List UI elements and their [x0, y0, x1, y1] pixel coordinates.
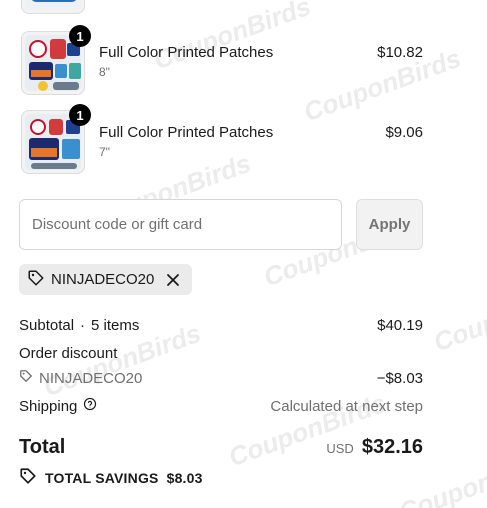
order-discount-row: Order discount: [19, 345, 423, 362]
help-circle-icon[interactable]: [83, 397, 97, 415]
close-icon[interactable]: [164, 271, 182, 289]
shipping-row: Shipping Calculated at next step: [19, 397, 423, 415]
applied-code-label: NINJADECO20: [51, 271, 155, 288]
discount-code-name: NINJADECO20: [39, 369, 143, 387]
product-title: Full Color Printed Patches: [99, 124, 274, 141]
product-thumbnail: 1: [21, 104, 91, 174]
price-tag-icon: [19, 467, 37, 488]
product-variant: 8": [99, 65, 110, 79]
quantity-badge: 1: [69, 25, 91, 47]
savings-label: TOTAL SAVINGS: [45, 469, 159, 486]
subtotal-label: Subtotal: [19, 317, 75, 334]
product-thumbnail: [21, 0, 85, 14]
quantity-badge: 1: [69, 104, 91, 126]
product-variant: 7": [99, 145, 110, 159]
total-label: Total: [19, 436, 66, 458]
subtotal-separator: ·: [80, 317, 86, 334]
discount-code-row: NINJADECO20 −$8.03: [19, 369, 423, 387]
discount-amount: −$8.03: [376, 369, 423, 387]
tag-icon: [19, 369, 33, 387]
savings-value: $8.03: [166, 469, 203, 486]
total-savings: TOTAL SAVINGS $8.03: [19, 467, 203, 488]
tag-icon: [27, 269, 45, 291]
subtotal-value: $40.19: [377, 317, 423, 334]
total-row: Total USD $32.16: [19, 436, 423, 459]
order-discount-label: Order discount: [19, 345, 118, 362]
shipping-label: Shipping: [19, 397, 78, 415]
product-price: $10.82: [377, 44, 423, 61]
applied-code-chip: NINJADECO20: [19, 264, 193, 295]
subtotal-row: Subtotal · 5 items $40.19: [19, 317, 423, 334]
currency-code: USD: [326, 441, 354, 456]
product-title: Full Color Printed Patches: [99, 44, 274, 61]
total-amount: $32.16: [361, 436, 423, 458]
subtotal-item-count: 5 items: [91, 317, 140, 334]
product-thumbnail: 1: [21, 25, 91, 95]
shipping-value: Calculated at next step: [270, 397, 423, 415]
discount-code-input[interactable]: [19, 199, 342, 250]
product-price: $9.06: [385, 124, 423, 141]
apply-button[interactable]: Apply: [356, 199, 423, 250]
